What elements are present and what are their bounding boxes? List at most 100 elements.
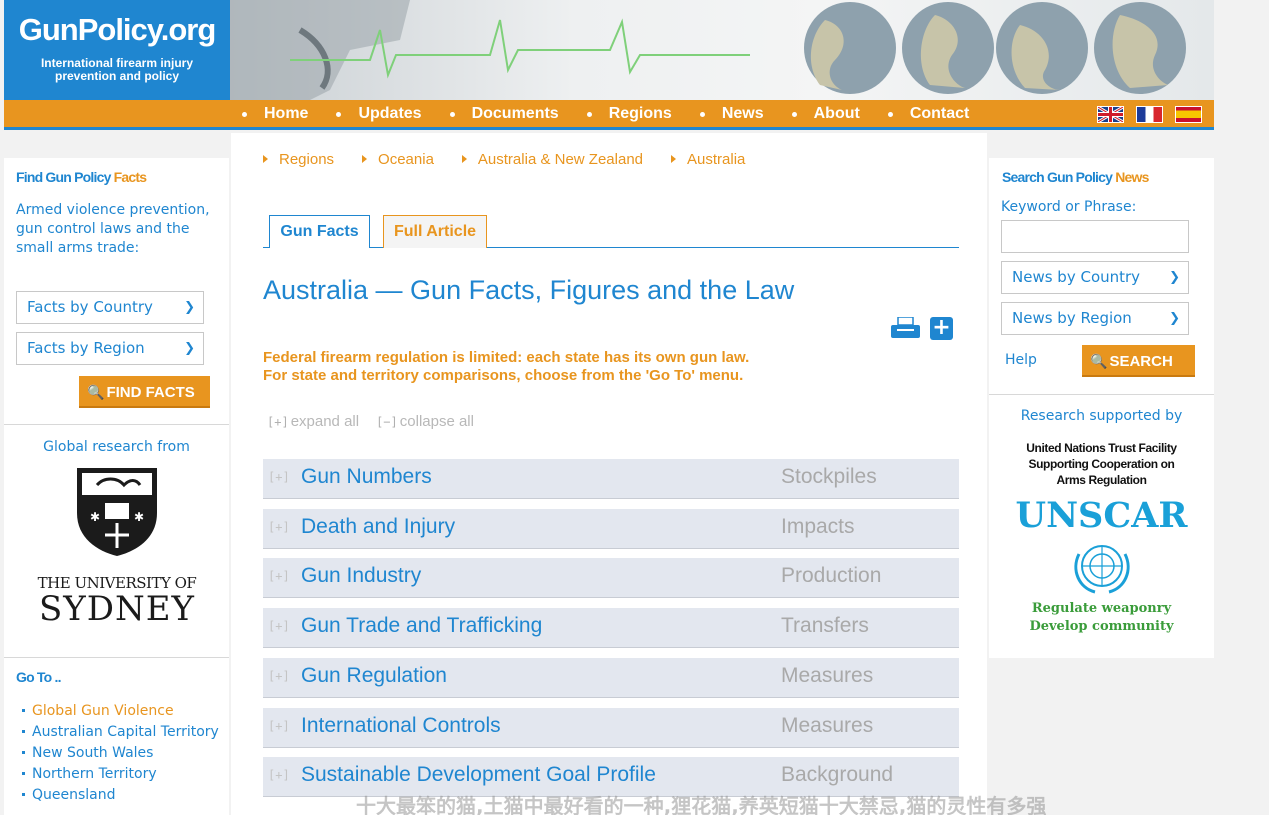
nav-home[interactable]: Home: [240, 100, 308, 130]
find-facts-intro: Armed violence prevention, gun control l…: [16, 202, 210, 256]
goto-item[interactable]: Global Gun Violence: [22, 702, 222, 721]
university-line-2: SYDNEY: [38, 589, 195, 629]
breadcrumb-regions[interactable]: Regions: [263, 151, 334, 168]
tab-gun-facts[interactable]: Gun Facts: [269, 215, 370, 248]
search-button[interactable]: 🔍 SEARCH: [1082, 345, 1195, 377]
news-by-region-select[interactable]: News by Region ❯: [1001, 302, 1189, 335]
breadcrumb: Regions Oceania Australia & New Zealand …: [263, 151, 773, 168]
add-icon[interactable]: +: [930, 317, 953, 340]
research-supported-label: Research supported by: [1020, 408, 1183, 424]
help-link[interactable]: Help: [1005, 351, 1037, 370]
fact-row-title: Gun Trade and Trafficking: [301, 614, 543, 637]
fact-row-gun-industry[interactable]: [+] Gun Industry Production: [263, 558, 959, 598]
expand-bracket: [+]: [267, 415, 289, 429]
nav-updates[interactable]: Updates: [334, 100, 422, 130]
fact-row-death-injury[interactable]: [+] Death and Injury Impacts: [263, 509, 959, 549]
find-facts-heading-accent: Facts: [113, 169, 147, 185]
collapse-bracket: [−]: [376, 415, 398, 429]
facts-by-country-select[interactable]: Facts by Country ❯: [16, 291, 204, 324]
university-of-sydney-logo[interactable]: ✱ ✱ THE UNIVERSITY OF SYDNEY: [26, 463, 208, 639]
site-header: GunPolicy.org International firearm inju…: [4, 0, 1214, 100]
expand-all-button[interactable]: [+] expand all: [267, 413, 359, 430]
page: GunPolicy.org International firearm inju…: [0, 0, 1269, 815]
divider: [4, 657, 229, 658]
news-by-region-value: News by Region: [1012, 309, 1132, 327]
site-logo[interactable]: GunPolicy.org International firearm inju…: [4, 0, 230, 100]
global-research-label: Global research from: [43, 439, 190, 455]
goto-item[interactable]: New South Wales: [22, 744, 222, 763]
flag-uk-icon[interactable]: [1097, 105, 1124, 124]
fact-row-title: Sustainable Development Goal Profile: [301, 763, 656, 786]
flag-spain-icon[interactable]: [1175, 106, 1202, 123]
fact-row-category: Measures: [781, 714, 874, 737]
search-news-heading-text: Search Gun Policy: [1002, 169, 1113, 185]
facts-by-region-value: Facts by Region: [27, 339, 145, 357]
fact-row-title: Gun Regulation: [301, 664, 447, 687]
unscar-logo[interactable]: United Nations Trust Facility Supporting…: [989, 440, 1214, 636]
goto-item[interactable]: Queensland: [22, 786, 222, 805]
state-law-notice: Federal firearm regulation is limited: e…: [263, 349, 749, 385]
facts-by-region-select[interactable]: Facts by Region ❯: [16, 332, 204, 365]
nav-documents[interactable]: Documents: [448, 100, 559, 130]
expand-all-label: expand all: [290, 413, 360, 430]
slogan-line-1: Regulate weaponry: [1031, 601, 1172, 616]
tab-full-article[interactable]: Full Article: [383, 215, 487, 248]
logo-tagline-2: prevention and policy: [54, 69, 180, 83]
notice-line-2: For state and territory comparisons, cho…: [263, 367, 744, 384]
nav-about[interactable]: About: [790, 100, 860, 130]
banner-art: [230, 0, 1186, 100]
chevron-down-icon: ❯: [184, 300, 195, 315]
find-facts-label: FIND FACTS: [106, 384, 195, 401]
fact-row-gun-trade[interactable]: [+] Gun Trade and Trafficking Transfers: [263, 608, 959, 648]
svg-text:✱: ✱: [134, 510, 144, 524]
search-icon: 🔍: [87, 384, 105, 400]
nav-list: Home Updates Documents Regions News Abou…: [240, 100, 995, 130]
divider: [989, 394, 1214, 395]
chevron-down-icon: ❯: [1169, 270, 1180, 285]
fact-row-gun-numbers[interactable]: [+] Gun Numbers Stockpiles: [263, 459, 959, 499]
breadcrumb-oceania[interactable]: Oceania: [362, 151, 434, 168]
un-line-1: United Nations Trust Facility: [1026, 441, 1177, 455]
keyword-input[interactable]: [1001, 220, 1189, 253]
collapse-all-button[interactable]: [−] collapse all: [376, 413, 474, 430]
un-line-2: Supporting Cooperation on: [1028, 457, 1175, 471]
fact-row-category: Measures: [781, 664, 874, 687]
un-line-3: Arms Regulation: [1056, 473, 1147, 487]
flag-france-icon[interactable]: [1136, 106, 1163, 123]
find-facts-button[interactable]: 🔍 FIND FACTS: [79, 376, 210, 408]
goto-list: Global Gun Violence Australian Capital T…: [22, 702, 222, 807]
fact-row-international-controls[interactable]: [+] International Controls Measures: [263, 708, 959, 748]
chevron-down-icon: ❯: [184, 341, 195, 356]
expand-controls: [+] expand all [−] collapse all: [267, 413, 491, 430]
news-by-country-select[interactable]: News by Country ❯: [1001, 261, 1189, 294]
left-sidebar: Find Gun Policy Facts Armed violence pre…: [4, 158, 229, 815]
fact-row-category: Background: [781, 763, 894, 786]
expand-row-icon: [+]: [268, 768, 290, 782]
notice-line-1: Federal firearm regulation is limited: e…: [263, 349, 750, 366]
find-facts-heading-text: Find Gun Policy: [16, 169, 111, 185]
fact-row-gun-regulation[interactable]: [+] Gun Regulation Measures: [263, 658, 959, 698]
nav-news[interactable]: News: [698, 100, 764, 130]
goto-item[interactable]: Australian Capital Territory: [22, 723, 222, 742]
goto-item[interactable]: Northern Territory: [22, 765, 222, 784]
right-sidebar: Search Gun Policy News Keyword or Phrase…: [989, 158, 1214, 658]
expand-row-icon: [+]: [268, 669, 290, 683]
page-title: Australia — Gun Facts, Figures and the L…: [263, 275, 795, 305]
expand-row-icon: [+]: [268, 619, 290, 633]
collapse-all-label: collapse all: [399, 413, 474, 430]
fact-row-category: Transfers: [781, 614, 869, 637]
facts-by-country-value: Facts by Country: [27, 298, 153, 316]
goto-heading: Go To ..: [16, 669, 61, 685]
header-banner: [230, 0, 1214, 100]
breadcrumb-australia[interactable]: Australia: [671, 151, 745, 168]
print-icon[interactable]: [891, 317, 920, 338]
fact-row-category: Stockpiles: [781, 465, 877, 488]
nav-contact[interactable]: Contact: [886, 100, 969, 130]
globes-art: [804, 2, 1186, 94]
news-by-country-value: News by Country: [1012, 268, 1141, 286]
breadcrumb-australia-nz[interactable]: Australia & New Zealand: [461, 151, 643, 168]
expand-row-icon: [+]: [268, 520, 290, 534]
nav-regions[interactable]: Regions: [585, 100, 672, 130]
fact-row-title: Gun Numbers: [301, 465, 432, 488]
search-icon: 🔍: [1090, 353, 1108, 369]
